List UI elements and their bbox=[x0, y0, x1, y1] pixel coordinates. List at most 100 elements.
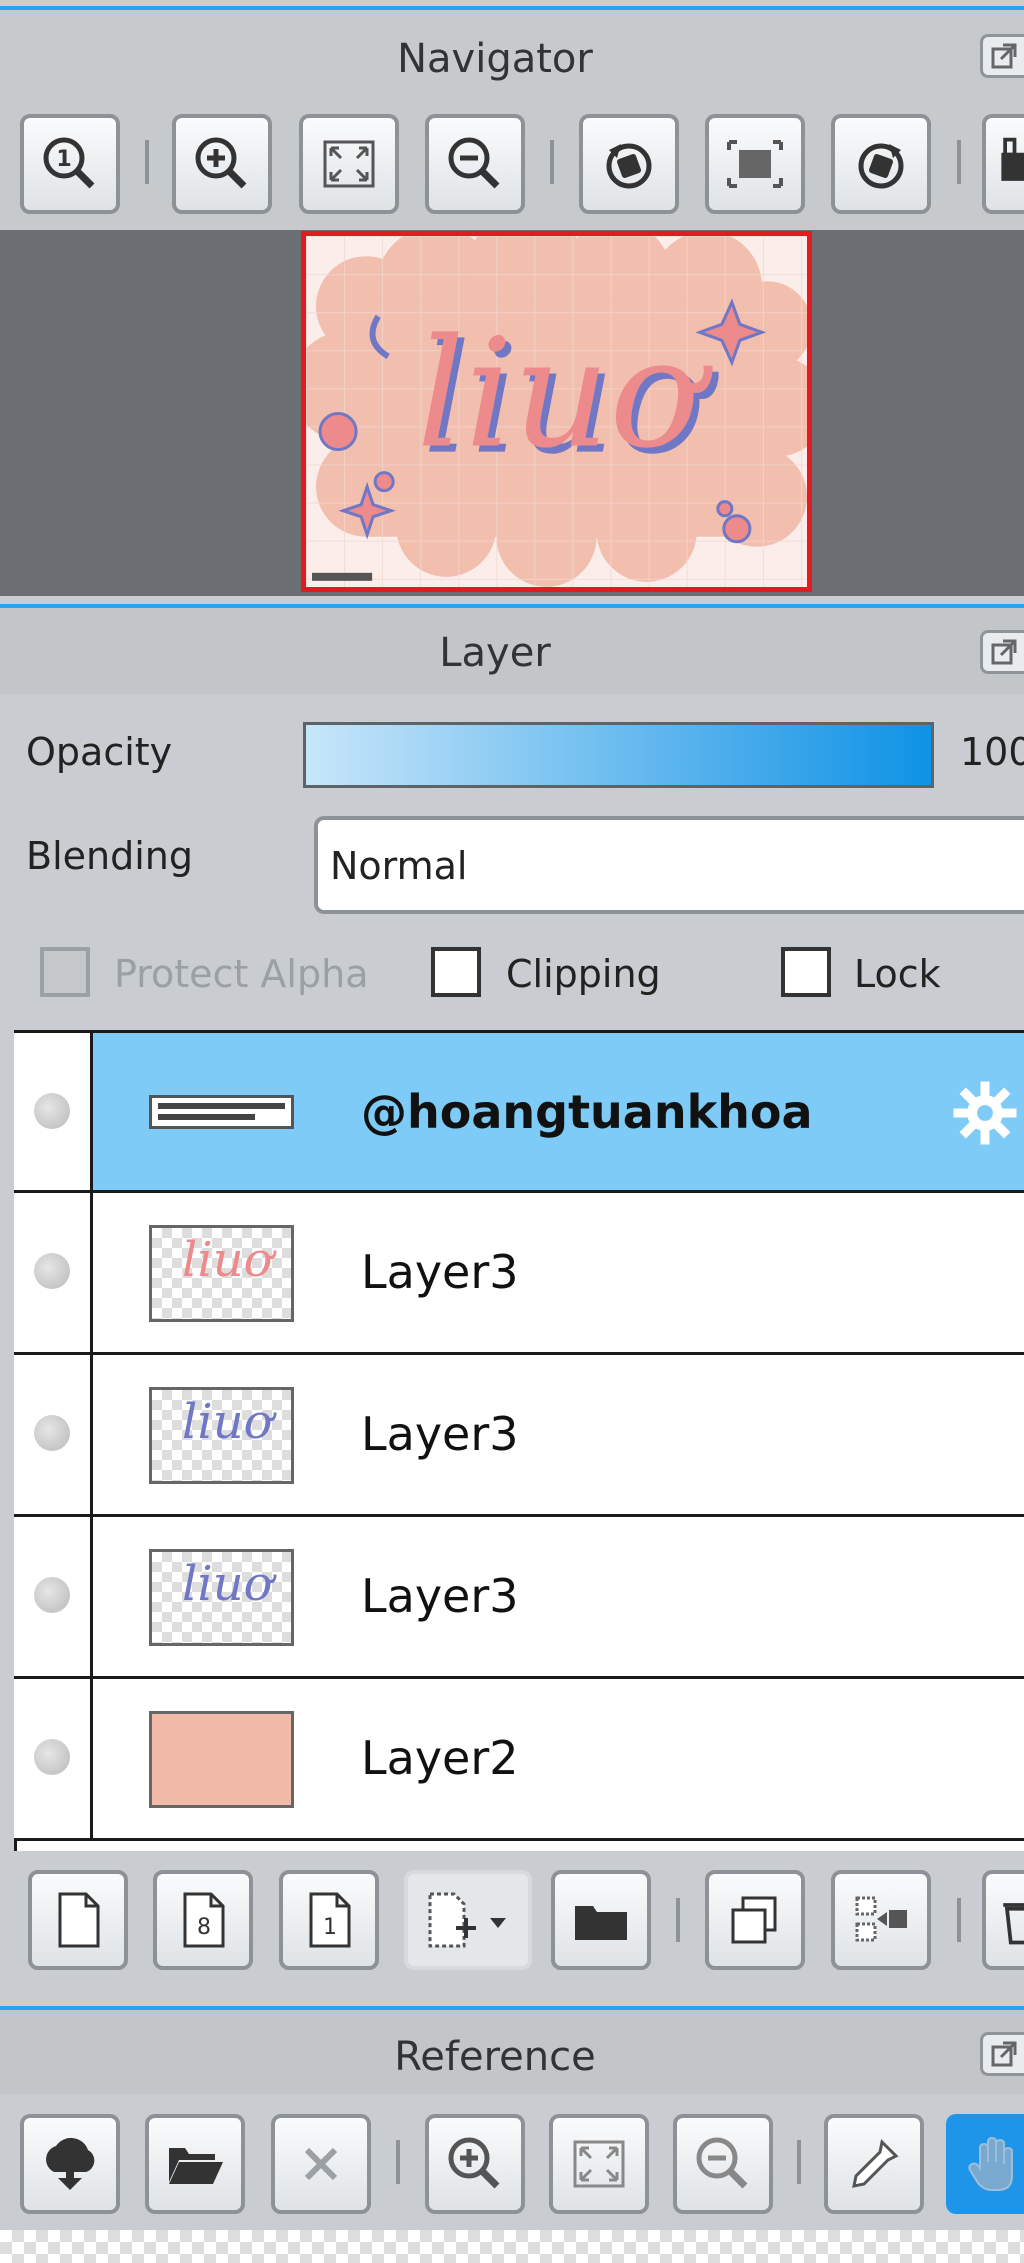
zoom-in-icon bbox=[195, 137, 247, 189]
layer-row[interactable]: liuơ Layer3 bbox=[14, 1517, 1024, 1679]
visibility-dot-icon bbox=[34, 1415, 70, 1451]
opacity-slider-fill bbox=[306, 725, 931, 785]
merge-down-icon bbox=[855, 1896, 907, 1942]
lock-checkbox[interactable] bbox=[781, 947, 831, 997]
reset-view-icon bbox=[727, 140, 783, 188]
layer-visibility-toggle[interactable] bbox=[14, 1679, 93, 1838]
zoom-actual-size-icon: 1 bbox=[43, 137, 95, 189]
zoom-actual-size-button[interactable]: 1 bbox=[20, 114, 120, 214]
import-icon bbox=[46, 2137, 95, 2190]
svg-text:1: 1 bbox=[323, 1915, 337, 1940]
add-layer-menu-button[interactable] bbox=[404, 1870, 532, 1970]
fit-to-window-icon bbox=[573, 2140, 625, 2188]
reference-fit-button[interactable] bbox=[549, 2114, 649, 2214]
rotate-left-icon bbox=[606, 143, 652, 189]
flip-icon bbox=[1001, 137, 1024, 181]
protect-alpha-label: Protect Alpha bbox=[114, 952, 369, 996]
close-reference-button[interactable] bbox=[271, 2114, 371, 2214]
new-1bit-layer-icon: 1 bbox=[309, 1892, 351, 1948]
opacity-slider[interactable] bbox=[303, 722, 934, 788]
clipping-checkbox[interactable] bbox=[431, 947, 481, 997]
navigator-popout-icon[interactable] bbox=[980, 34, 1024, 78]
import-reference-button[interactable] bbox=[20, 2114, 120, 2214]
open-folder-button[interactable] bbox=[145, 2114, 245, 2214]
new-layer-icon bbox=[58, 1892, 100, 1948]
new-folder-icon bbox=[575, 1906, 627, 1940]
layer-name: Layer3 bbox=[361, 1407, 519, 1461]
fit-to-window-icon bbox=[323, 140, 375, 188]
layer-name: Layer2 bbox=[361, 1731, 519, 1785]
separator bbox=[957, 140, 961, 184]
layer-list-scroll-area[interactable] bbox=[14, 1841, 1024, 1851]
fit-to-window-button[interactable] bbox=[299, 114, 399, 214]
layer-name: Layer3 bbox=[361, 1569, 519, 1623]
merge-down-button[interactable] bbox=[831, 1870, 931, 1970]
rotate-right-icon bbox=[858, 143, 904, 189]
layer-name: Layer3 bbox=[361, 1245, 519, 1299]
rotate-left-button[interactable] bbox=[579, 114, 679, 214]
reference-popout-icon[interactable] bbox=[980, 2032, 1024, 2076]
duplicate-layer-icon bbox=[731, 1896, 777, 1944]
layer-thumbnail: liuơ bbox=[149, 1549, 294, 1646]
zoom-out-icon bbox=[696, 2137, 748, 2189]
new-1bit-layer-button[interactable]: 1 bbox=[279, 1870, 379, 1970]
separator bbox=[957, 1898, 961, 1942]
new-8bit-layer-icon: 8 bbox=[183, 1892, 225, 1948]
layer-thumbnail bbox=[149, 1095, 294, 1129]
new-8bit-layer-button[interactable]: 8 bbox=[153, 1870, 253, 1970]
zoom-out-icon bbox=[448, 137, 500, 189]
eyedropper-icon bbox=[852, 2138, 899, 2188]
separator bbox=[396, 2140, 400, 2184]
add-layer-menu-icon bbox=[428, 1892, 506, 1948]
duplicate-layer-button[interactable] bbox=[705, 1870, 805, 1970]
layer-panel: Layer Opacity 100 Blending Normal Protec… bbox=[0, 604, 1024, 1998]
layer-thumbnail bbox=[149, 1711, 294, 1808]
gear-icon[interactable] bbox=[949, 1077, 1021, 1149]
delete-layer-button[interactable] bbox=[982, 1870, 1024, 1970]
separator bbox=[550, 140, 554, 184]
layer-thumbnail: liuơ bbox=[149, 1387, 294, 1484]
layer-row[interactable]: liuơ Layer3 bbox=[14, 1193, 1024, 1355]
opacity-label: Opacity bbox=[26, 730, 173, 774]
opacity-value[interactable]: 100 bbox=[960, 730, 1024, 774]
visibility-dot-icon bbox=[34, 1093, 70, 1129]
layer-title: Layer bbox=[439, 630, 551, 676]
blending-select[interactable]: Normal bbox=[314, 816, 1024, 914]
delete-layer-icon bbox=[1003, 1903, 1024, 1945]
blending-label: Blending bbox=[26, 834, 193, 878]
rotate-right-button[interactable] bbox=[831, 114, 931, 214]
layer-row[interactable]: liuơ Layer3 bbox=[14, 1355, 1024, 1517]
hand-tool-button[interactable] bbox=[946, 2114, 1024, 2214]
new-folder-button[interactable] bbox=[551, 1870, 651, 1970]
reference-canvas-area[interactable] bbox=[0, 2230, 1024, 2263]
zoom-in-button[interactable] bbox=[172, 114, 272, 214]
reset-view-button[interactable] bbox=[705, 114, 805, 214]
reference-zoom-in-button[interactable] bbox=[425, 2114, 525, 2214]
separator bbox=[797, 2140, 801, 2184]
layer-thumbnail: liuơ bbox=[149, 1225, 294, 1322]
layer-row[interactable]: @hoangtuankhoa bbox=[14, 1033, 1024, 1193]
reference-title: Reference bbox=[394, 2034, 596, 2080]
reference-panel: Reference bbox=[0, 2006, 1024, 2263]
layer-name: @hoangtuankhoa bbox=[361, 1085, 813, 1139]
flip-button[interactable] bbox=[982, 114, 1024, 214]
layer-visibility-toggle[interactable] bbox=[14, 1033, 93, 1190]
layer-popout-icon[interactable] bbox=[980, 630, 1024, 674]
layer-visibility-toggle[interactable] bbox=[14, 1193, 93, 1352]
reference-zoom-out-button[interactable] bbox=[673, 2114, 773, 2214]
close-icon bbox=[304, 2147, 338, 2181]
layer-row[interactable]: Layer2 bbox=[14, 1679, 1024, 1841]
eyedropper-button[interactable] bbox=[824, 2114, 924, 2214]
svg-text:8: 8 bbox=[197, 1915, 211, 1940]
zoom-out-button[interactable] bbox=[425, 114, 525, 214]
protect-alpha-checkbox[interactable] bbox=[40, 947, 90, 997]
layer-visibility-toggle[interactable] bbox=[14, 1355, 93, 1514]
layer-visibility-toggle[interactable] bbox=[14, 1517, 93, 1676]
navigator-preview-frame[interactable]: liuơ liuơ bbox=[301, 231, 812, 592]
zoom-in-icon bbox=[448, 2137, 500, 2189]
new-layer-button[interactable] bbox=[28, 1870, 128, 1970]
separator bbox=[145, 140, 149, 184]
open-folder-icon bbox=[169, 2148, 223, 2184]
canvas-preview: liuơ liuơ bbox=[306, 236, 807, 587]
navigator-panel: Navigator 1 bbox=[0, 6, 1024, 234]
